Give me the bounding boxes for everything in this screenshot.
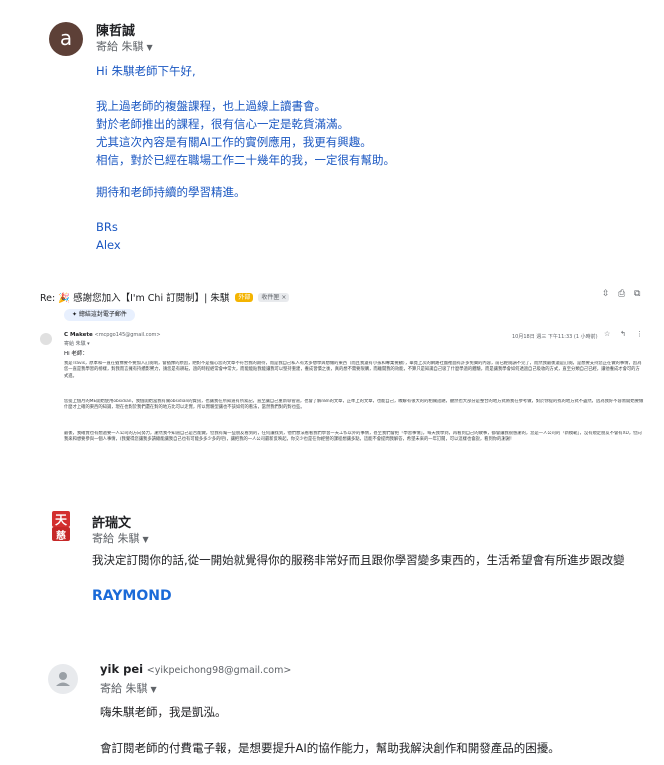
signature-line: BRs — [96, 220, 118, 234]
more-options-icon[interactable]: ⋮ — [636, 330, 643, 338]
summarize-email-button[interactable]: ✦ 總結這封電子郵件 — [64, 309, 135, 321]
logo-char: 天 — [55, 513, 68, 527]
avatar — [40, 333, 52, 345]
avatar: 天 慈 — [50, 511, 72, 542]
embedded-sender: C Makete <mcpgo145@gmail.com> — [64, 332, 161, 338]
subject-text: 🎉 感謝您加入【I'm Chi 訂閱制】| 朱騏 — [58, 293, 230, 304]
chevron-down-icon: ▼ — [146, 43, 153, 52]
recipient-label: 寄給 朱騏 — [92, 532, 140, 545]
embedded-subject: Re: 🎉 感謝您加入【I'm Chi 訂閱制】| 朱騏 外部 收件匣 × — [40, 290, 290, 304]
recipient-dropdown[interactable]: 寄給 朱騏 ▾ — [64, 340, 90, 347]
email-body-line: 嗨朱騏老師，我是凱泓。 — [100, 705, 227, 719]
subject-prefix: Re: — [40, 293, 56, 304]
expand-icon[interactable]: ⇳ — [602, 289, 610, 299]
sender-name[interactable]: C Makete — [64, 332, 93, 338]
print-icon[interactable]: ⎙ — [618, 289, 625, 299]
sender-email: <yikpeichong98@gmail.com> — [146, 665, 292, 676]
chevron-down-icon: ▼ — [150, 685, 157, 694]
recipient-label: 寄給 朱騏 — [100, 682, 148, 695]
email-body-line: 對於老師推出的課程，很有信心一定是乾貨滿滿。 — [96, 117, 349, 131]
email-body-line: 期待和老師持續的學習精進。 — [96, 185, 246, 199]
open-new-window-icon[interactable]: ⧉ — [634, 289, 640, 299]
recipient-dropdown[interactable]: 寄給 朱騏 ▼ — [100, 680, 157, 696]
email-body-line: 會訂閱老師的付費電子報，是想要提升AI的協作能力，幫助我解決創作和開發產品的困擾… — [100, 741, 560, 755]
avatar — [48, 664, 78, 694]
email-body-line: 尤其這次內容是有關AI工作的實例應用，我更有興趣。 — [96, 135, 372, 149]
sender-name[interactable]: yik pei — [100, 662, 143, 676]
email-body-line: 我決定訂閱你的話,從一開始就覺得你的服務非常好而且跟你學習變多東西的，生活希望會… — [92, 553, 625, 567]
email-date: 10月18日 週三 下午11:33 (1 小時前) — [512, 334, 598, 340]
logo-char: 慈 — [56, 531, 66, 542]
chevron-down-icon: ▼ — [142, 535, 149, 544]
inbox-badge: 收件匣 × — [258, 293, 290, 302]
sender-line: yik pei <yikpeichong98@gmail.com> — [100, 662, 291, 676]
embedded-paragraph: 最後，我確實也有想過要一人公司的方向努力，謝然我不知道自己是否能做，但我有幫一些… — [64, 431, 642, 443]
sender-email: <mcpgo145@gmail.com> — [94, 332, 161, 338]
signature-line: Alex — [96, 238, 121, 252]
sender-name[interactable]: 許瑞文 — [92, 512, 131, 531]
embedded-paragraph: 您提上個月的ME開始使用obsidian，我個開始當我有關obsidian的資訊… — [64, 399, 644, 411]
label-badge: 外部 — [235, 293, 254, 302]
email-body-line: 我上過老師的複盤課程，也上過線上讀書會。 — [96, 99, 326, 113]
recipient-label: 寄給 朱騏 — [96, 40, 144, 53]
recipient-dropdown[interactable]: 寄給 朱騏 ▼ — [92, 530, 149, 546]
embedded-greeting: Hi 老師： — [64, 351, 88, 357]
person-icon — [56, 672, 70, 686]
avatar: a — [49, 22, 83, 56]
signature: RAYMOND — [92, 588, 172, 604]
reply-icon[interactable]: ↰ — [620, 330, 626, 338]
star-icon[interactable]: ☆ — [604, 330, 610, 338]
email-body-line: 相信，對於已經在職場工作二十幾年的我，一定很有幫助。 — [96, 153, 395, 167]
recipient-dropdown[interactable]: 寄給 朱騏 ▼ — [96, 38, 153, 54]
sender-name[interactable]: 陳哲誠 — [96, 20, 135, 39]
email-body-line: Hi 朱騏老師下午好, — [96, 64, 196, 78]
embedded-paragraph: 我是Travis，原本和一直在猶豫要不要加入訂閱制，會猶豫的原因，絕對不是擔心您… — [64, 361, 642, 379]
